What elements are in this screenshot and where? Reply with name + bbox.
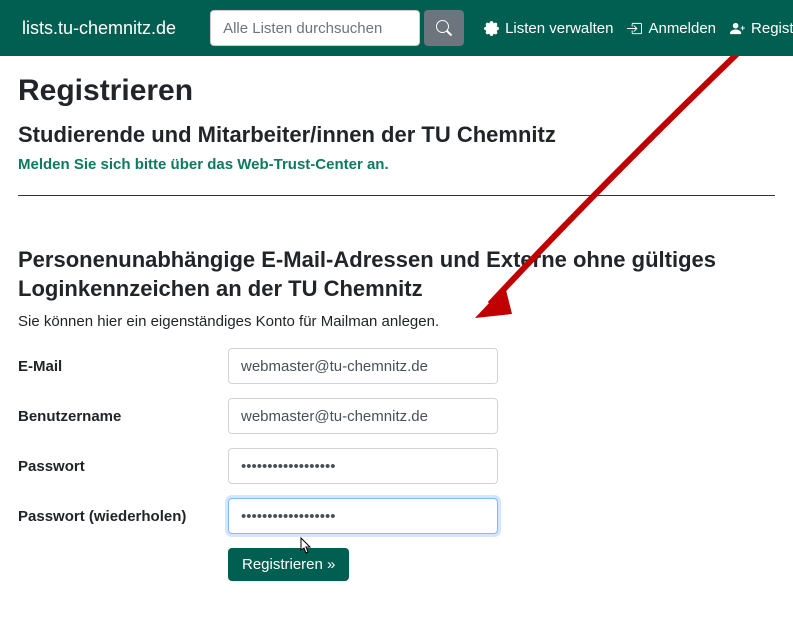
label-username: Benutzername xyxy=(18,408,228,425)
nav-register-label: Registrieren xyxy=(751,20,793,37)
navbar: lists.tu-chemnitz.de Listen verwalten An… xyxy=(0,0,793,56)
section-students-staff: Studierende und Mitarbeiter/innen der TU… xyxy=(18,122,775,148)
label-password-repeat: Passwort (wiederholen) xyxy=(18,508,228,525)
nav-manage-lists[interactable]: Listen verwalten xyxy=(484,20,613,37)
brand-link[interactable]: lists.tu-chemnitz.de xyxy=(12,18,182,39)
row-password-repeat: Passwort (wiederholen) xyxy=(18,498,775,534)
section-intro: Sie können hier ein eigenständiges Konto… xyxy=(18,313,775,330)
nav-links: Listen verwalten Anmelden Registrieren xyxy=(484,20,793,37)
submit-button[interactable]: Registrieren » xyxy=(228,548,349,581)
page-title: Registrieren xyxy=(18,74,775,108)
search-form xyxy=(210,10,464,46)
password-repeat-field[interactable] xyxy=(228,498,498,534)
email-field[interactable] xyxy=(228,348,498,384)
nav-register[interactable]: Registrieren xyxy=(730,20,793,37)
label-email: E-Mail xyxy=(18,358,228,375)
row-email: E-Mail xyxy=(18,348,775,384)
user-plus-icon xyxy=(730,21,745,36)
search-button[interactable] xyxy=(424,10,464,46)
section-external: Personenunabhängige E-Mail-Adressen und … xyxy=(18,246,775,303)
search-input[interactable] xyxy=(210,10,420,46)
main-content: Registrieren Studierende und Mitarbeiter… xyxy=(0,56,793,621)
cursor-pointer-icon xyxy=(296,536,314,558)
divider xyxy=(18,195,775,196)
row-username: Benutzername xyxy=(18,398,775,434)
username-field[interactable] xyxy=(228,398,498,434)
password-field[interactable] xyxy=(228,448,498,484)
wtc-login-link[interactable]: Melden Sie sich bitte über das Web-Trust… xyxy=(18,156,389,173)
gear-icon xyxy=(484,21,499,36)
nav-login[interactable]: Anmelden xyxy=(627,20,716,37)
search-icon xyxy=(436,20,452,36)
label-password: Passwort xyxy=(18,458,228,475)
nav-manage-label: Listen verwalten xyxy=(505,20,613,37)
login-icon xyxy=(627,21,642,36)
row-password: Passwort xyxy=(18,448,775,484)
nav-login-label: Anmelden xyxy=(648,20,716,37)
